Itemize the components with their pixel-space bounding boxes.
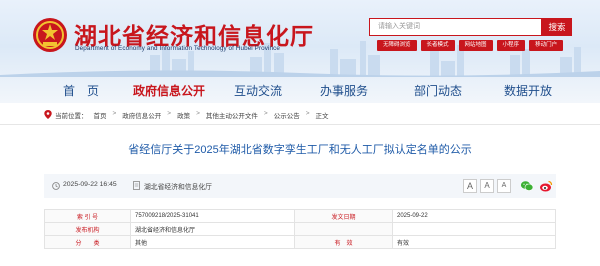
breadcrumb-prefix: 当前位置： (55, 113, 88, 120)
breadcrumb-item-other-files[interactable]: 其他主动公开文件 (206, 110, 258, 120)
nav-item-gov-info[interactable]: 政府信息公开 (133, 82, 205, 99)
quick-link-elder-mode[interactable]: 长者模式 (420, 40, 455, 51)
font-size-small-button[interactable]: A (497, 179, 511, 193)
validity-value: 有效 (392, 235, 556, 249)
quick-link-mini-program[interactable]: 小程序 (496, 40, 526, 51)
breadcrumb-separator: > (167, 110, 172, 117)
table-row: 索 引 号 757009218/2025-31041 发文日期 2025-09-… (44, 209, 556, 223)
breadcrumb-separator: > (305, 110, 310, 117)
location-pin-icon (44, 110, 52, 119)
issue-date-label: 发文日期 (294, 209, 393, 223)
issue-date-value: 2025-09-22 (392, 209, 556, 223)
index-number-value: 757009218/2025-31041 (130, 209, 295, 223)
category-label: 分 类 (44, 235, 131, 249)
quick-links: 无障碍浏览 长者模式 网站地图 小程序 移动门户 (377, 40, 564, 51)
site-subtitle: Department of Economy and Information Te… (75, 45, 280, 52)
national-emblem-logo (33, 18, 67, 52)
nav-item-interaction[interactable]: 互动交流 (234, 82, 282, 99)
info-table: 索 引 号 757009218/2025-31041 发文日期 2025-09-… (44, 209, 556, 249)
wechat-share-icon[interactable] (520, 179, 534, 193)
quick-link-mobile-portal[interactable]: 移动门户 (529, 40, 564, 51)
breadcrumb-separator: > (196, 110, 200, 117)
nav-item-open-data[interactable]: 数据开放 (504, 82, 552, 99)
search-button[interactable]: 搜索 (542, 18, 572, 36)
font-size-large-button[interactable]: A (463, 179, 477, 193)
article-date: 2025-09-22 16:45 (63, 181, 117, 188)
source-icon (133, 181, 140, 190)
main-nav: 首 页 政府信息公开 互动交流 办事服务 部门动态 数据开放 (0, 77, 600, 103)
breadcrumb-separator: > (263, 110, 268, 117)
breadcrumb: 当前位置： 首页 > 政府信息公开 > 政策 > 其他主动公开文件 > 公示公告… (0, 104, 600, 125)
search-input[interactable]: 请输入关键词 (369, 18, 542, 36)
publisher-value: 湖北省经济和信息化厅 (130, 222, 295, 236)
empty-value (392, 222, 556, 236)
breadcrumb-item-policy[interactable]: 政策 (177, 110, 190, 120)
quick-link-accessibility[interactable]: 无障碍浏览 (377, 40, 417, 51)
article-meta-bar: 2025-09-22 16:45 湖北省经济和信息化厅 A A A (44, 174, 556, 198)
table-row: 分 类 其他 有 效 有效 (44, 235, 556, 249)
nav-item-dept-news[interactable]: 部门动态 (414, 82, 462, 99)
quick-link-sitemap[interactable]: 网站地图 (458, 40, 493, 51)
site-header: 湖北省经济和信息化厅 Department of Economy and Inf… (0, 0, 600, 103)
publisher-label: 发布机构 (44, 222, 131, 236)
breadcrumb-item-gov-info[interactable]: 政府信息公开 (122, 110, 161, 120)
category-value: 其他 (130, 235, 295, 249)
index-number-label: 索 引 号 (44, 209, 131, 223)
breadcrumb-item-home[interactable]: 首页 (94, 110, 107, 120)
breadcrumb-item-current: 正文 (315, 113, 329, 120)
nav-item-home[interactable]: 首 页 (63, 82, 99, 99)
font-size-medium-button[interactable]: A (480, 179, 494, 193)
article-source: 湖北省经济和信息化厅 (144, 184, 212, 191)
table-row: 发布机构 湖北省经济和信息化厅 (44, 222, 556, 236)
empty-label (294, 222, 393, 236)
breadcrumb-separator: > (112, 110, 117, 117)
article-title: 省经信厅关于2025年湖北省数字孪生工厂和无人工厂拟认定名单的公示 (128, 144, 472, 156)
weibo-share-icon[interactable] (539, 179, 553, 193)
validity-label: 有 效 (294, 235, 393, 249)
nav-item-services[interactable]: 办事服务 (320, 82, 368, 99)
breadcrumb-item-announcements[interactable]: 公示公告 (274, 110, 300, 120)
clock-icon (52, 182, 60, 190)
